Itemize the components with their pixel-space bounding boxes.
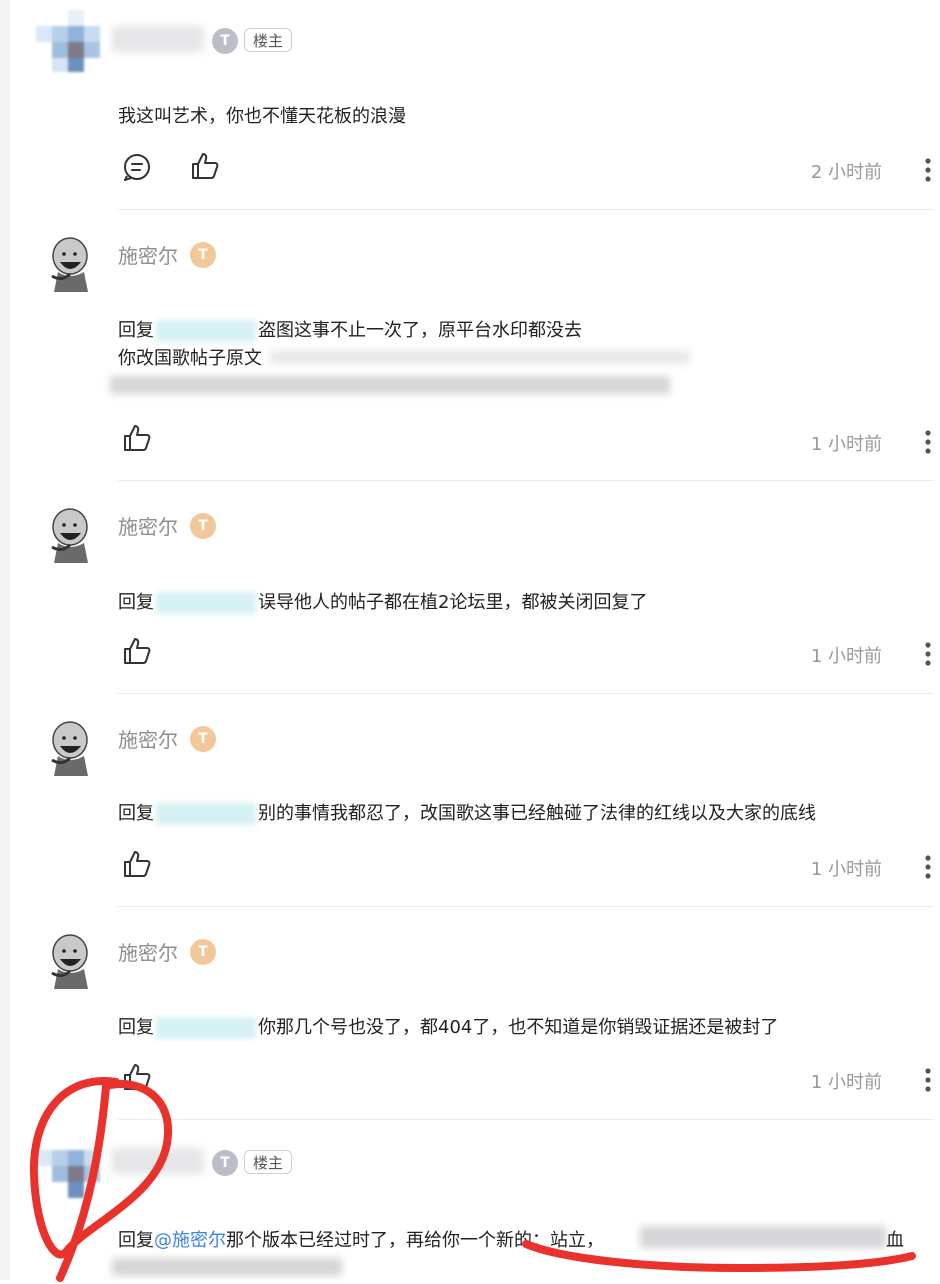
comment-body: 误导他人的帖子都在植2论坛里，都被关闭回复了 xyxy=(258,592,648,613)
comment-item: 施密尔 T 回复 误导他人的帖子都在植2论坛里，都被关闭回复了 1 小时前 xyxy=(0,481,940,694)
redacted-text xyxy=(112,1258,342,1276)
more-icon[interactable] xyxy=(921,1065,935,1095)
level-icon: T xyxy=(190,726,216,752)
timestamp: 1 小时前 xyxy=(810,859,882,880)
timestamp: 1 小时前 xyxy=(810,1072,882,1093)
like-icon[interactable] xyxy=(122,849,152,879)
mention-blurred[interactable] xyxy=(156,1017,256,1039)
reply-icon[interactable] xyxy=(122,152,152,182)
comment-text: 回复 误导他人的帖子都在植2论坛里，都被关闭回复了 xyxy=(118,588,647,614)
reply-prefix: 回复 xyxy=(118,1230,154,1251)
level-icon: T xyxy=(190,242,216,268)
author-name[interactable]: 施密尔 xyxy=(118,511,178,540)
like-icon[interactable] xyxy=(190,151,220,181)
author-name-blurred[interactable] xyxy=(112,1148,204,1174)
avatar[interactable] xyxy=(36,1140,100,1204)
comment-body: 你那几个号也没了，都404了，也不知道是你销毁证据还是被封了 xyxy=(258,1017,779,1038)
redacted-text xyxy=(270,350,690,364)
level-icon: T xyxy=(212,28,238,54)
like-icon[interactable] xyxy=(122,636,152,666)
author-name-blurred[interactable] xyxy=(112,26,204,52)
mention-link[interactable]: @施密尔 xyxy=(154,1230,226,1251)
author-name[interactable]: 施密尔 xyxy=(118,937,178,966)
like-icon[interactable] xyxy=(122,1062,152,1092)
comment-item: T 楼主 回复@施密尔那个版本已经过时了，再给你一个新的：站立， 血 xyxy=(0,1120,940,1280)
comment-text-line2: 你改国歌帖子原文 xyxy=(118,348,262,369)
like-icon[interactable] xyxy=(122,423,152,453)
reply-prefix: 回复 xyxy=(118,592,154,613)
comment-text: 回复 你那几个号也没了，都404了，也不知道是你销毁证据还是被封了 xyxy=(118,1013,778,1039)
more-icon[interactable] xyxy=(921,852,935,882)
comment-body: 那个版本已经过时了，再给你一个新的：站立， xyxy=(226,1230,604,1251)
reply-prefix: 回复 xyxy=(118,803,154,824)
more-icon[interactable] xyxy=(921,427,935,457)
comment-body: 别的事情我都忍了，改国歌这事已经触碰了法律的红线以及大家的底线 xyxy=(258,803,816,824)
comment-item: 施密尔 T 回复 盗图这事不止一次了，原平台水印都没去 你改国歌帖子原文 1 小时… xyxy=(0,210,940,481)
timestamp: 1 小时前 xyxy=(810,434,882,455)
comment-text: 我这叫艺术，你也不懂天花板的浪漫 xyxy=(118,106,406,127)
comment-text: 回复 盗图这事不止一次了，原平台水印都没去 xyxy=(118,316,582,342)
comment-text-end: 血 xyxy=(886,1230,904,1251)
redacted-text xyxy=(110,376,670,394)
comment-item: 施密尔 T 回复 别的事情我都忍了，改国歌这事已经触碰了法律的红线以及大家的底线 … xyxy=(0,694,940,907)
reply-prefix: 回复 xyxy=(118,320,154,341)
op-tag: 楼主 xyxy=(244,28,292,52)
comment-item: T 楼主 我这叫艺术，你也不懂天花板的浪漫 2 小时前 xyxy=(0,0,940,210)
avatar[interactable] xyxy=(48,933,98,989)
op-tag: 楼主 xyxy=(244,1150,292,1174)
timestamp: 1 小时前 xyxy=(810,646,882,667)
avatar[interactable] xyxy=(48,507,98,563)
mention-blurred[interactable] xyxy=(156,592,256,614)
mention-blurred[interactable] xyxy=(156,803,256,825)
redacted-text xyxy=(640,1226,886,1248)
reply-prefix: 回复 xyxy=(118,1017,154,1038)
comment-text: 回复 别的事情我都忍了，改国歌这事已经触碰了法律的红线以及大家的底线 xyxy=(118,799,816,825)
more-icon[interactable] xyxy=(921,639,935,669)
more-icon[interactable] xyxy=(921,155,935,185)
level-icon: T xyxy=(190,513,216,539)
level-icon: T xyxy=(190,939,216,965)
avatar[interactable] xyxy=(36,8,100,72)
author-name[interactable]: 施密尔 xyxy=(118,724,178,753)
level-icon: T xyxy=(212,1150,238,1176)
author-name[interactable]: 施密尔 xyxy=(118,240,178,269)
avatar[interactable] xyxy=(48,720,98,776)
comment-body: 盗图这事不止一次了，原平台水印都没去 xyxy=(258,320,582,341)
mention-blurred[interactable] xyxy=(156,320,256,342)
avatar[interactable] xyxy=(48,236,98,292)
timestamp: 2 小时前 xyxy=(810,162,882,183)
comment-item: 施密尔 T 回复 你那几个号也没了，都404了，也不知道是你销毁证据还是被封了 1… xyxy=(0,907,940,1120)
comment-text: 回复@施密尔那个版本已经过时了，再给你一个新的：站立， xyxy=(118,1226,604,1252)
